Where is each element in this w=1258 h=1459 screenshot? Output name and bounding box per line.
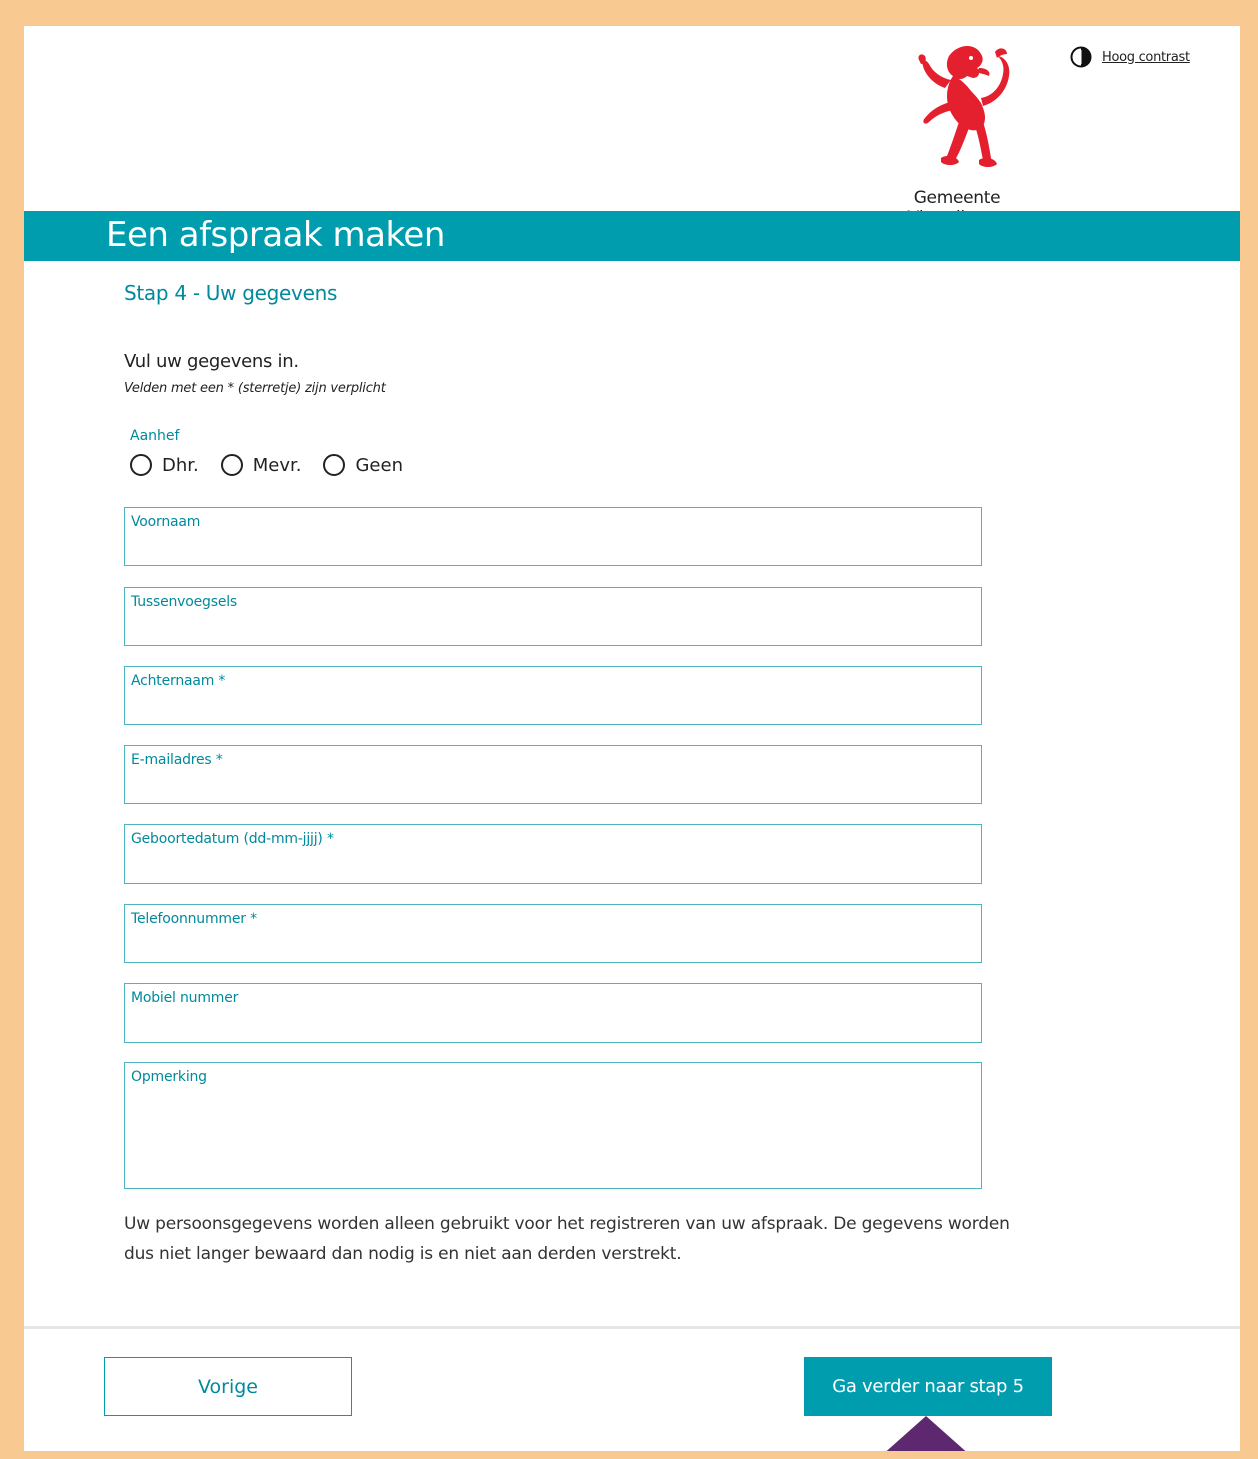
step-title: Stap 4 - Uw gegevens [124,281,338,305]
salutation-radio-group: Dhr. Mevr. Geen [130,454,403,476]
contrast-icon [1070,46,1092,68]
privacy-notice: Uw persoonsgegevens worden alleen gebrui… [124,1214,1010,1264]
mobile-label: Mobiel nummer [131,990,239,1006]
pointer-arrow-icon [881,1416,971,1451]
first-name-field[interactable]: Voornaam [124,507,982,566]
lion-crest-icon [918,45,1010,167]
radio-label: Geen [355,454,403,476]
infix-label: Tussenvoegsels [131,594,238,610]
birthdate-field[interactable]: Geboortedatum (dd-mm-jjjj) * [124,824,982,884]
form-intro: Vul uw gegevens in. [124,351,299,372]
remark-textarea[interactable]: Opmerking [124,1062,982,1189]
radio-button[interactable] [220,454,243,476]
last-name-label: Achternaam * [131,673,226,689]
last-name-field[interactable]: Achternaam * [124,666,982,725]
first-name-label: Voornaam [131,514,201,530]
radio-button[interactable] [323,454,346,476]
birthdate-label: Geboortedatum (dd-mm-jjjj) * [131,831,334,847]
salutation-option-mevr[interactable]: Mevr. [220,454,302,476]
radio-label: Dhr. [162,454,199,476]
phone-label: Telefoonnummer * [131,911,257,927]
salutation-option-geen[interactable]: Geen [323,454,403,476]
previous-button[interactable]: Vorige [104,1357,352,1416]
email-label: E-mailadres * [131,752,223,768]
phone-field[interactable]: Telefoonnummer * [124,904,982,963]
radio-button[interactable] [130,454,152,476]
title-bar: Een afspraak maken [24,211,1240,261]
page-title: Een afspraak maken [106,215,445,255]
mobile-field[interactable]: Mobiel nummer [124,983,982,1043]
page-frame: Hoog contrast Gemeente Een afspraak make… [24,26,1240,1451]
high-contrast-link[interactable]: Hoog contrast [1102,50,1190,65]
radio-label: Mevr. [252,454,302,476]
email-field[interactable]: E-mailadres * [124,745,982,804]
next-step-button[interactable]: Ga verder naar stap 5 [804,1357,1052,1416]
high-contrast-toggle[interactable]: Hoog contrast [1070,46,1190,68]
footer-divider [24,1326,1240,1329]
remark-label: Opmerking [131,1069,207,1085]
required-note: Velden met een * (sterretje) zijn verpli… [124,381,386,396]
salutation-option-dhr[interactable]: Dhr. [130,454,199,476]
infix-field[interactable]: Tussenvoegsels [124,587,982,646]
municipality-logo[interactable]: Gemeente Vlaardingen [867,38,1047,228]
salutation-label: Aanhef [130,428,180,444]
